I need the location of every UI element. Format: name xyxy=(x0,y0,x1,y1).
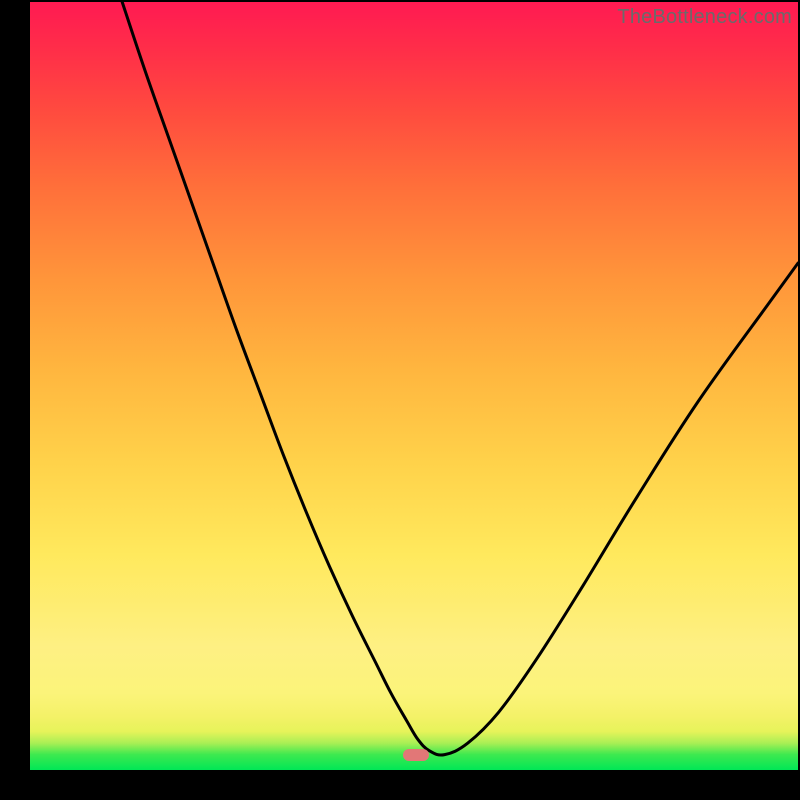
optimal-marker xyxy=(403,749,429,761)
chart-frame: TheBottleneck.com xyxy=(0,0,800,800)
plot-area: TheBottleneck.com xyxy=(30,2,798,770)
bottleneck-curve xyxy=(30,2,798,770)
